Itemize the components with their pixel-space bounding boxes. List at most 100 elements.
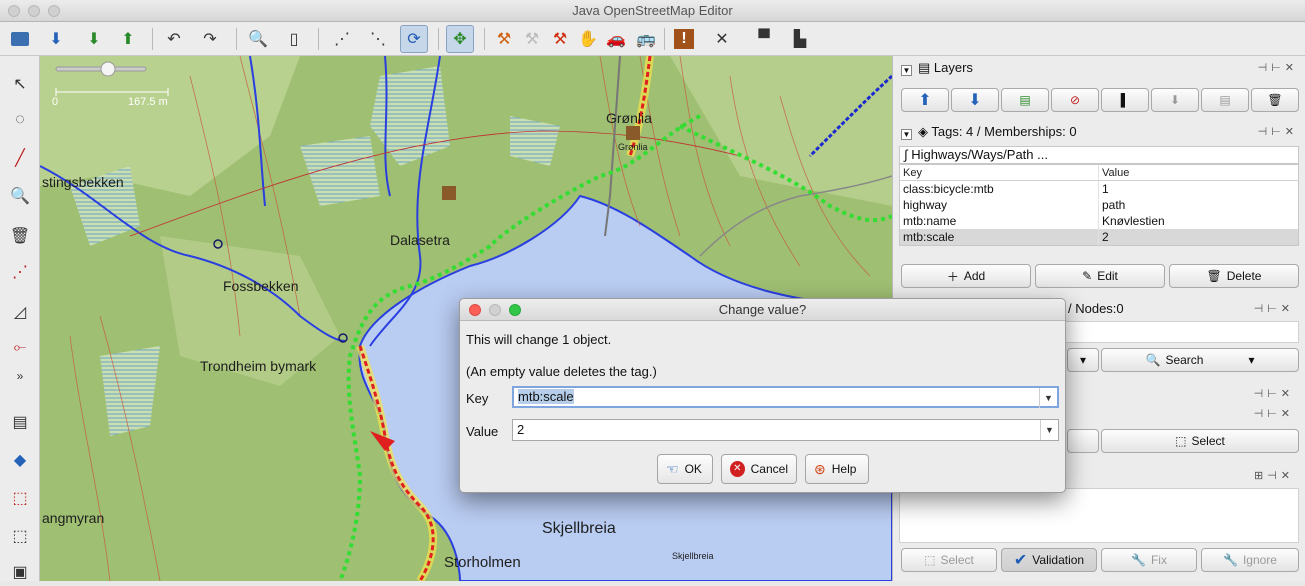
validation-panel-header[interactable]: ⊞⊣✕ [1068,466,1298,486]
tags-toggle-button[interactable]: ◆ [6,446,34,474]
chevron-down-icon[interactable]: ▼ [1040,420,1058,440]
preset-ski-button[interactable]: ⚒ [546,25,574,53]
ignore-button[interactable]: 🔧 Ignore [1201,548,1299,572]
window-close-button[interactable] [8,5,20,17]
key-label: Key [466,391,489,406]
redo-button[interactable]: ↷ [196,25,224,53]
layer-down-button[interactable]: ⬇ [951,88,999,112]
refresh-button[interactable]: ⟳ [400,25,428,53]
zoom-mode-button[interactable]: 🔍 [6,182,34,210]
place-label: Trondheim bymark [200,358,317,374]
combine-way-button[interactable]: ⋰ [6,258,34,286]
dialog-minimize-button[interactable] [489,304,501,316]
ok-button[interactable]: ☜ OK [657,454,713,484]
layers-toggle-button[interactable]: ▤ [6,408,34,436]
layer-delete-button[interactable]: 🗑 [1251,88,1299,112]
validation-button[interactable]: ✔ Validation [1001,548,1097,572]
factory-icon: ▙ [793,31,807,48]
zoom-select-button[interactable]: ✥ [446,25,474,53]
zoom-slider-thumb[interactable] [100,61,116,77]
help-button[interactable]: ⊛ Help [805,454,869,484]
chevron-down-icon[interactable]: ▼ [1039,388,1057,408]
selection-panel-header[interactable]: / Nodes:0 ⊣⊢✕ [1068,299,1298,319]
open-file-button[interactable] [6,25,34,53]
layer-activate-button[interactable]: ▤ [1001,88,1049,112]
table-row[interactable]: mtb:scale 2 [900,229,1298,245]
preset-foot-button[interactable]: ✋ [574,25,602,53]
search-button[interactable]: 🔍 Search ▾ [1101,348,1299,372]
building-icon: ▀ [758,30,770,47]
audio-button[interactable]: ⋱ [364,25,392,53]
key-combobox[interactable]: mtb:scale ▼ [512,386,1059,408]
panel-controls[interactable]: ⊣⊢✕ [1258,58,1298,78]
window-minimize-button[interactable] [28,5,40,17]
preset-bus-button[interactable]: 🚌 [632,25,660,53]
preset-bike-button[interactable]: ⚒ [518,25,546,53]
dialog-zoom-button[interactable] [509,304,521,316]
align-button[interactable]: ◿ [6,298,34,326]
upload-button[interactable]: ⬆ [114,25,142,53]
validation-select-button[interactable]: ⬚ Select [901,548,997,572]
download-button[interactable]: ⬇ [80,25,108,53]
collapsed-panel-header[interactable]: ⊣⊢✕ [1068,404,1298,424]
dialog-title: Change value? [718,302,807,317]
factory-button[interactable]: ▙ [786,25,814,53]
preset-car-button[interactable]: 🚗 [602,25,630,53]
split-button[interactable]: ⟜ [6,334,34,362]
search-icon: 🔍 [1145,353,1161,367]
panel-button[interactable] [1067,429,1099,453]
layer-merge-button[interactable]: ⬇ [1151,88,1199,112]
dialog-close-button[interactable] [469,304,481,316]
tag-table[interactable]: Key Value class:bicycle:mtb 1 highway path … [899,164,1299,246]
layer-up-button[interactable]: ⬆ [901,88,949,112]
delete-tag-button[interactable]: 🗑 Delete [1169,264,1299,288]
layer-duplicate-button[interactable]: ▤ [1201,88,1249,112]
panel-controls[interactable]: ⊣⊢✕ [1254,299,1294,319]
cross-button[interactable]: ✕ [708,25,736,53]
history-toggle-button[interactable]: ▣ [6,558,34,586]
building-button[interactable]: ▀ [750,25,778,53]
layers-panel-header[interactable]: ▼ ▤ Layers ⊣⊢✕ [897,58,1302,78]
layer-visibility-button[interactable]: ⊘ [1051,88,1099,112]
layer-opacity-button[interactable]: ▌ [1101,88,1149,112]
preset-path-button[interactable]: ⚒ [490,25,518,53]
save-button[interactable]: ⬇ [42,25,70,53]
edit-tag-button[interactable]: ✎ Edit [1035,264,1165,288]
validation-list[interactable] [899,488,1299,543]
select-mode-button[interactable]: ↖ [6,70,34,98]
info-button[interactable]: ▯ [280,25,308,53]
wireframe-button[interactable]: ⋰ [328,25,356,53]
collapse-icon[interactable]: ▼ [901,129,912,140]
table-row[interactable]: mtb:name Knøvlestien [900,213,1298,229]
cancel-button[interactable]: ✕ Cancel [721,454,797,484]
panel-controls[interactable]: ⊣⊢✕ [1258,122,1298,142]
delete-mode-button[interactable]: 🗑 [6,222,34,250]
preferences-button[interactable]: 🔍 [244,25,272,53]
warning-icon: ! [674,29,694,49]
lasso-mode-button[interactable]: ◌ [6,106,34,134]
folder-icon [11,32,29,46]
undo-button[interactable]: ↶ [160,25,188,53]
table-row[interactable]: class:bicycle:mtb 1 [900,181,1298,197]
table-row[interactable]: highway path [900,197,1298,213]
relation-toggle-button[interactable]: ⬚ [6,522,34,550]
window-zoom-button[interactable] [48,5,60,17]
fix-button[interactable]: 🔧 Fix [1101,548,1197,572]
add-tag-button[interactable]: ＋ Add [901,264,1031,288]
select-relation-button[interactable]: ⬚ Select [1101,429,1299,453]
panel-controls[interactable]: ⊣⊢✕ [1254,384,1294,404]
panel-controls[interactable]: ⊞⊣✕ [1254,466,1294,486]
warning-button[interactable]: ! [670,25,698,53]
tags-panel-header[interactable]: ▼ ◈ Tags: 4 / Memberships: 0 ⊣⊢✕ [897,122,1302,142]
place-label: Dalasetra [390,232,450,248]
selection-toggle-button[interactable]: ⬚ [6,484,34,512]
more-tools-button[interactable]: » [6,362,34,390]
draw-mode-button[interactable]: ╱ [6,144,34,172]
collapsed-panel-header[interactable]: ⊣⊢✕ [1068,384,1298,404]
save-icon: ⬇ [49,31,63,48]
value-combobox[interactable]: 2 ▼ [512,419,1059,441]
history-icon: ▣ [12,564,28,581]
collapse-icon[interactable]: ▼ [901,65,912,76]
search-dropdown-arrow[interactable]: ▾ [1067,348,1099,372]
panel-controls[interactable]: ⊣⊢✕ [1254,404,1294,424]
